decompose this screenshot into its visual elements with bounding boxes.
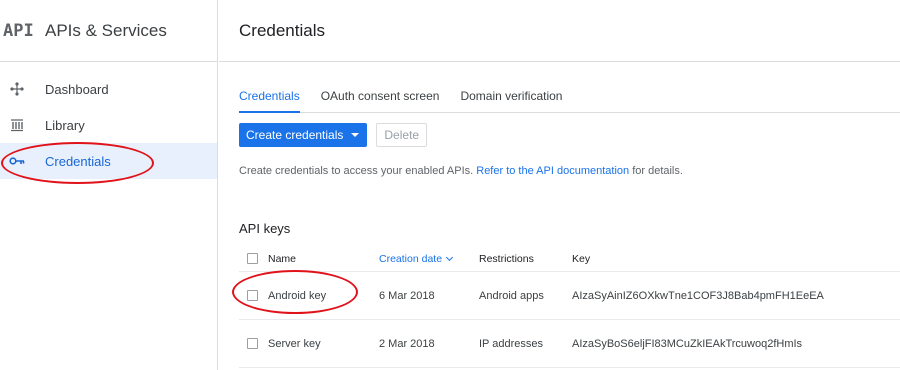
- key-value-cell: AIzaSyAinIZ6OXkwTne1COF3J8Bab4pmFH1EeEA: [572, 289, 824, 302]
- toolbar: Create credentials Delete: [239, 123, 428, 147]
- table-row: Android key 6 Mar 2018 Android apps AIza…: [239, 272, 900, 320]
- tab-bar: Credentials OAuth consent screen Domain …: [239, 80, 900, 113]
- api-documentation-link[interactable]: Refer to the API documentation: [476, 165, 629, 177]
- row-checkbox-cell: [247, 320, 258, 367]
- page-header: Credentials: [219, 0, 900, 62]
- api-keys-table: Name Creation date Restrictions Key Andr…: [239, 246, 900, 368]
- tab-domain-verification[interactable]: Domain verification: [460, 80, 562, 113]
- sidebar-item-label: Credentials: [45, 153, 111, 169]
- delete-button[interactable]: Delete: [376, 123, 428, 147]
- sidebar: API APIs & Services Dashboard Library Cr…: [0, 0, 218, 370]
- restrictions-cell: Android apps: [479, 289, 544, 302]
- row-checkbox-cell: [247, 272, 258, 319]
- page-title: Credentials: [239, 20, 325, 40]
- row-checkbox[interactable]: [247, 290, 258, 301]
- sidebar-item-library[interactable]: Library: [0, 107, 217, 143]
- column-header-restrictions[interactable]: Restrictions: [479, 246, 534, 271]
- creation-date-cell: 6 Mar 2018: [379, 289, 435, 302]
- main-content: Credentials Credentials OAuth consent sc…: [219, 0, 900, 370]
- column-header-name[interactable]: Name: [268, 246, 296, 271]
- info-text: Create credentials to access your enable…: [239, 165, 683, 177]
- restrictions-cell: IP addresses: [479, 337, 544, 350]
- key-value-cell: AIzaSyBoS6eljFI83MCuZkIEAkTrcuwoq2fHmIs: [572, 337, 803, 350]
- key-name-link[interactable]: Android key: [268, 272, 326, 319]
- api-keys-title: API keys: [239, 221, 291, 236]
- table-header-row: Name Creation date Restrictions Key: [239, 246, 900, 272]
- create-credentials-label: Create credentials: [246, 128, 344, 142]
- sidebar-item-dashboard[interactable]: Dashboard: [0, 71, 217, 107]
- sidebar-header: API APIs & Services: [0, 0, 217, 62]
- sidebar-item-label: Dashboard: [45, 81, 109, 97]
- app-title: APIs & Services: [45, 20, 167, 40]
- tab-oauth-consent-screen[interactable]: OAuth consent screen: [321, 80, 440, 113]
- creation-date-label: Creation date: [379, 252, 443, 265]
- create-credentials-button[interactable]: Create credentials: [239, 123, 368, 147]
- row-checkbox[interactable]: [247, 338, 258, 349]
- info-message: Create credentials to access your enable…: [239, 165, 474, 177]
- column-header-key[interactable]: Key: [572, 246, 590, 271]
- library-icon: [9, 117, 25, 133]
- dashboard-icon: [9, 81, 25, 97]
- caret-down-icon: [351, 133, 360, 137]
- tab-credentials[interactable]: Credentials: [239, 80, 300, 113]
- table-row: Server key 2 Mar 2018 IP addresses AIzaS…: [239, 320, 900, 368]
- sidebar-item-credentials[interactable]: Credentials: [0, 143, 217, 179]
- sidebar-nav: Dashboard Library Credentials: [0, 62, 217, 179]
- select-all-checkbox[interactable]: [247, 253, 258, 264]
- sort-descending-icon: [446, 253, 454, 261]
- key-icon: [9, 153, 25, 169]
- sidebar-item-label: Library: [45, 117, 85, 133]
- info-suffix: for details.: [632, 165, 683, 177]
- column-header-creation-date[interactable]: Creation date: [379, 246, 454, 271]
- key-name-link[interactable]: Server key: [268, 320, 321, 367]
- creation-date-cell: 2 Mar 2018: [379, 337, 435, 350]
- api-logo: API: [3, 20, 34, 41]
- select-all-cell: [247, 246, 258, 271]
